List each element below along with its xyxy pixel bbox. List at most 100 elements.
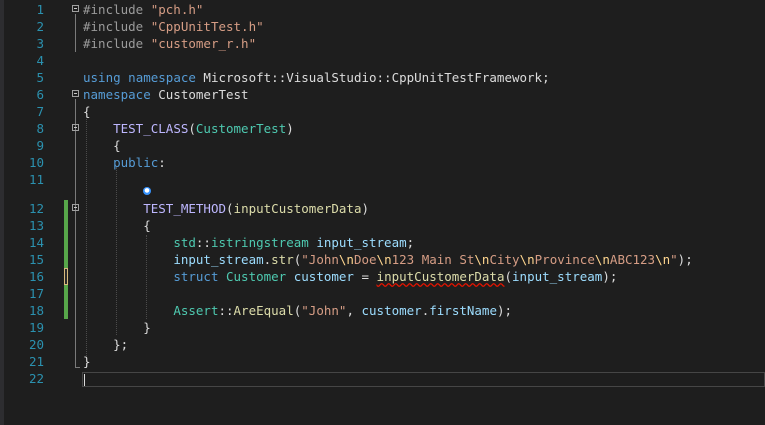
code-line[interactable]: 6 namespace CustomerTest	[0, 86, 765, 103]
code-text: struct Customer customer = inputCustomer…	[83, 268, 617, 285]
code-line[interactable]: 15 input_stream.str("John\nDoe\n123 Main…	[0, 251, 765, 268]
line-number: 9	[36, 138, 44, 153]
code-token: )	[361, 201, 370, 216]
code-line[interactable]: 14 std::istringstream input_stream;	[0, 234, 765, 251]
unsaved-change-marker	[64, 268, 68, 285]
code-token: 123 Main St	[391, 252, 475, 267]
line-number: 4	[36, 53, 44, 68]
code-line[interactable]: 17	[0, 285, 765, 302]
code-token: Customer	[226, 269, 287, 284]
code-token: {	[83, 138, 121, 153]
code-token: "John"	[301, 303, 347, 318]
code-token: ::	[218, 303, 234, 318]
code-token: \n	[338, 252, 354, 267]
line-number: 3	[36, 36, 44, 51]
code-token: (	[188, 121, 196, 136]
code-token: public	[113, 155, 159, 170]
code-token: }	[83, 320, 151, 335]
code-token: (	[226, 201, 234, 216]
code-token: \n	[519, 252, 535, 267]
code-token: input_stream	[316, 235, 407, 250]
saved-change-marker	[64, 251, 68, 268]
code-token: "	[670, 252, 678, 267]
code-token: )	[286, 121, 294, 136]
code-token: inputCustomerData	[233, 201, 362, 216]
code-text: std::istringstream input_stream;	[83, 234, 414, 251]
code-line[interactable]: 4	[0, 52, 765, 69]
code-token: =	[353, 269, 377, 284]
code-line[interactable]: 20 };	[0, 336, 765, 353]
code-line[interactable]: 21}	[0, 353, 765, 370]
saved-change-marker	[64, 200, 68, 217]
line-number: 17	[28, 286, 44, 301]
code-line[interactable]: 8 TEST_CLASS(CustomerTest)	[0, 120, 765, 137]
code-line[interactable]: 1 #include "pch.h"	[0, 1, 765, 18]
line-number: 19	[28, 320, 44, 335]
code-token: #include	[83, 36, 151, 51]
code-token: "pch.h"	[150, 2, 204, 17]
code-token: {	[83, 104, 91, 119]
code-token: TEST_CLASS	[113, 121, 189, 136]
code-line[interactable]: 10 public:	[0, 154, 765, 171]
code-text: public:	[83, 154, 166, 171]
code-text: #include "CppUnitTest.h"	[83, 18, 264, 35]
collapse-icon[interactable]	[72, 204, 79, 211]
code-token: Microsoft::VisualStudio::CppUnitTestFram…	[195, 70, 550, 85]
collapse-icon[interactable]	[72, 124, 79, 131]
info-icon[interactable]: ●	[143, 187, 151, 195]
code-line[interactable]: 11	[0, 171, 765, 188]
code-line[interactable]: 2 #include "CppUnitTest.h"	[0, 18, 765, 35]
line-number: 1	[36, 2, 44, 17]
code-line[interactable]: 18 Assert::AreEqual("John", customer.fir…	[0, 302, 765, 319]
code-text: }	[83, 353, 91, 370]
line-number: 13	[28, 218, 44, 233]
text-caret	[84, 374, 85, 386]
code-text: namespace CustomerTest	[83, 86, 249, 103]
code-text: input_stream.str("John\nDoe\n123 Main St…	[83, 251, 692, 268]
code-line[interactable]: 12 TEST_METHOD(inputCustomerData)	[0, 200, 765, 217]
code-token: "John	[301, 252, 339, 267]
collapse-icon[interactable]	[72, 5, 79, 12]
line-number: 20	[28, 337, 44, 352]
code-token: istringstream	[210, 235, 309, 250]
collapse-icon[interactable]	[72, 90, 79, 97]
code-token: inputCustomerData	[376, 269, 505, 284]
line-number: 8	[36, 121, 44, 136]
line-number: 14	[28, 235, 44, 250]
code-editor[interactable]: 1 #include "pch.h" 2 #include "CppUnitTest.…	[0, 0, 765, 425]
code-token: namespace	[128, 70, 196, 85]
code-line[interactable]: 3 #include "customer_r.h"	[0, 35, 765, 52]
code-text: TEST_CLASS(CustomerTest)	[83, 120, 294, 137]
code-token: #include	[83, 2, 151, 17]
code-line[interactable]: 13 {	[0, 217, 765, 234]
code-token: City	[489, 252, 520, 267]
code-token: }	[83, 354, 91, 369]
code-token: };	[83, 337, 129, 352]
code-token: );	[602, 269, 618, 284]
code-token: :	[158, 155, 166, 170]
code-token: ,	[346, 303, 362, 318]
saved-change-marker	[64, 234, 68, 251]
line-number: 12	[28, 201, 44, 216]
code-line[interactable]: 9 {	[0, 137, 765, 154]
code-line[interactable]: 5 using namespace Microsoft::VisualStudio…	[0, 69, 765, 86]
code-text: using namespace Microsoft::VisualStudio:…	[83, 69, 550, 86]
code-token: "customer_r.h"	[150, 36, 257, 51]
code-token: ABC123	[609, 252, 656, 267]
code-token: namespace	[83, 87, 151, 102]
code-text: {	[83, 217, 151, 234]
code-token: {	[83, 218, 151, 233]
code-token: using	[83, 70, 121, 85]
line-number: 2	[36, 19, 44, 34]
code-line[interactable]: 7{	[0, 103, 765, 120]
code-line[interactable]: 16 struct Customer customer = inputCusto…	[0, 268, 765, 285]
code-token: (	[504, 269, 513, 284]
saved-change-marker	[64, 217, 68, 234]
code-line[interactable]: 19 }	[0, 319, 765, 336]
